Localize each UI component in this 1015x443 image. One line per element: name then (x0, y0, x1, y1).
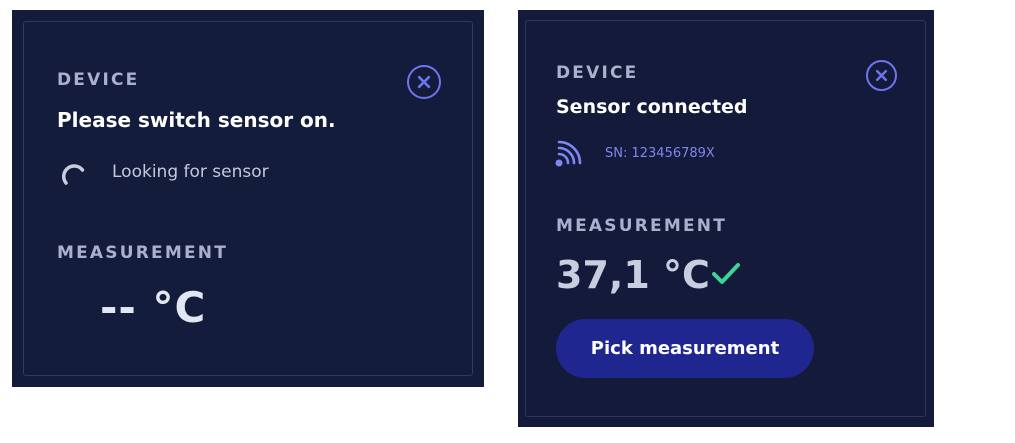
checkmark-icon (710, 260, 742, 288)
measurement-label: MEASUREMENT (556, 216, 727, 236)
wireless-signal-icon (554, 140, 586, 168)
device-panel-connected: DEVICE Sensor connected SN: 123456789X M… (518, 10, 934, 427)
device-label: DEVICE (556, 63, 639, 83)
close-icon[interactable] (866, 60, 897, 91)
temperature-value: 37,1 °C (556, 253, 710, 297)
close-icon[interactable] (407, 65, 441, 99)
temperature-value: -- °C (100, 283, 207, 332)
measurement-label: MEASUREMENT (57, 243, 228, 263)
device-panel-searching: DEVICE Please switch sensor on. Looking … (12, 10, 484, 387)
loading-spinner-icon (57, 158, 89, 190)
status-title: Sensor connected (556, 96, 748, 118)
device-label: DEVICE (57, 70, 140, 90)
status-title: Please switch sensor on. (57, 108, 336, 132)
status-message: Looking for sensor (112, 162, 269, 182)
serial-number: SN: 123456789X (605, 146, 715, 161)
pick-measurement-button[interactable]: Pick measurement (556, 319, 814, 378)
